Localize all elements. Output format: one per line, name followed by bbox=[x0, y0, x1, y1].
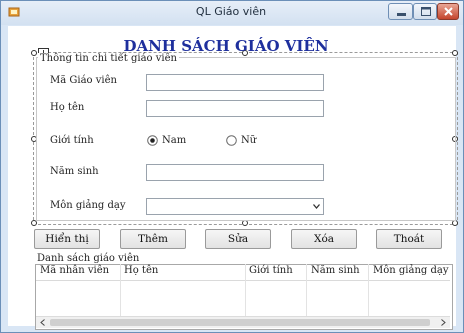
add-button[interactable]: Thêm bbox=[120, 229, 186, 249]
ho-ten-label: Họ tên bbox=[50, 102, 85, 113]
edit-button[interactable]: Sửa bbox=[205, 229, 271, 249]
maximize-button[interactable] bbox=[413, 3, 437, 20]
nam-sinh-label: Năm sinh bbox=[50, 166, 99, 177]
horizontal-scrollbar[interactable] bbox=[36, 316, 450, 328]
mon-giang-day-select[interactable] bbox=[146, 198, 324, 215]
ma-gv-input[interactable] bbox=[146, 74, 324, 91]
detail-groupbox-title: Thông tin chi tiết giáo viên bbox=[38, 53, 179, 64]
close-button[interactable] bbox=[437, 3, 459, 20]
minimize-button[interactable] bbox=[388, 3, 413, 20]
column-divider bbox=[306, 264, 307, 318]
minimize-icon bbox=[397, 13, 406, 16]
radio-nam[interactable] bbox=[147, 135, 158, 146]
mon-giang-day-label: Môn giảng dạy bbox=[50, 200, 126, 211]
chevron-down-icon bbox=[313, 204, 320, 209]
column-header[interactable]: Họ tên bbox=[124, 265, 158, 276]
radio-nu-label[interactable]: Nữ bbox=[241, 135, 256, 146]
maximize-icon bbox=[421, 7, 431, 16]
radio-nu[interactable] bbox=[226, 135, 237, 146]
close-icon bbox=[444, 7, 453, 16]
column-divider bbox=[368, 264, 369, 318]
ma-gv-label: Mã Giáo viên bbox=[50, 75, 117, 86]
column-header[interactable]: Mã nhân viên bbox=[40, 265, 109, 276]
ho-ten-input[interactable] bbox=[146, 100, 324, 117]
gioi-tinh-label: Giới tính bbox=[50, 135, 94, 146]
column-header[interactable]: Giới tính bbox=[249, 265, 293, 276]
delete-button[interactable]: Xóa bbox=[291, 229, 357, 249]
radio-nam-label[interactable]: Nam bbox=[162, 135, 186, 146]
nam-sinh-input[interactable] bbox=[146, 164, 324, 181]
column-divider bbox=[120, 264, 121, 318]
list-groupbox-title: Danh sách giáo viên bbox=[37, 253, 140, 264]
scroll-thumb[interactable] bbox=[50, 319, 430, 326]
scroll-left-icon[interactable] bbox=[40, 319, 45, 326]
show-button[interactable]: Hiển thị bbox=[34, 229, 100, 249]
exit-button[interactable]: Thoát bbox=[376, 229, 442, 249]
column-divider bbox=[245, 264, 246, 318]
grid-header-divider bbox=[36, 280, 450, 281]
column-header[interactable]: Môn giảng dạy bbox=[373, 265, 448, 276]
scroll-right-icon[interactable] bbox=[441, 319, 446, 326]
resize-handle[interactable] bbox=[452, 50, 458, 56]
column-header[interactable]: Năm sinh bbox=[311, 265, 360, 276]
